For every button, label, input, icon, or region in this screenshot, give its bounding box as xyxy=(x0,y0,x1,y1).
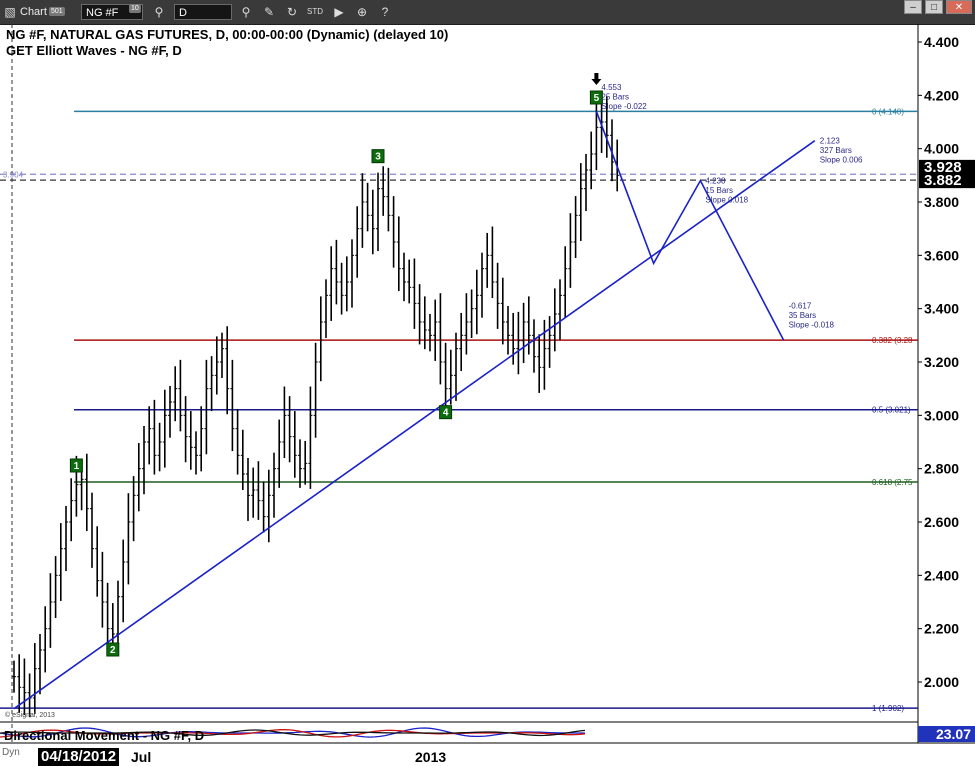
annotation-text: 15 Bars xyxy=(705,186,733,195)
annotation-text: -0.617 xyxy=(789,302,812,311)
annotation-text: Slope -0.018 xyxy=(789,321,835,330)
annotation-text: Slope 0.018 xyxy=(705,195,748,204)
annotations: 4.55325 BarsSlope -0.0222.123327 BarsSlo… xyxy=(601,83,863,330)
chart-header-study: GET Elliott Waves - NG #F, D xyxy=(6,43,182,58)
y-tick-label: 4.400 xyxy=(924,34,959,50)
fib-reference-lines: 0 (4.140) 0.382 (3.28 0.5 (3.021) 0.618 (2.… xyxy=(0,107,918,713)
y-tick-label: 3.600 xyxy=(924,247,959,263)
y-tick-label: 3.000 xyxy=(924,407,959,423)
y-tick-label: 2.000 xyxy=(924,674,959,690)
chart-frame xyxy=(0,24,975,744)
y-tick-label: 2.800 xyxy=(924,461,959,477)
reference-line-label: 0.5 (3.021) xyxy=(872,406,911,415)
x-tick-jul: Jul xyxy=(131,749,152,765)
y-tick-label: 3.400 xyxy=(924,301,959,317)
price-tag-label: 3.882 xyxy=(924,172,962,189)
elliott-projection-path xyxy=(595,111,785,341)
price-axis: 4.400 4.200 4.000 3.800 3.600 3.400 3.200 3.000… xyxy=(918,34,975,690)
annotation-text: 4.553 xyxy=(601,83,622,92)
x-tick-2013: 2013 xyxy=(415,749,447,765)
annotation-text: 35 Bars xyxy=(789,311,817,320)
esignal-watermark: © eSignal, 2013 xyxy=(5,712,55,719)
annotation-text: Slope 0.006 xyxy=(820,155,863,164)
y-tick-label: 3.800 xyxy=(924,194,959,210)
indicator-title: Directional Movement - NG #F, D xyxy=(4,728,205,743)
reference-line-label: 0 (4.140) xyxy=(872,107,904,116)
down-arrow-icon xyxy=(591,73,602,85)
ohlc-bars xyxy=(12,96,620,718)
elliott-trendline xyxy=(13,140,816,710)
indicator-value-tag: 23.07 xyxy=(918,726,975,742)
wave-marker-label: 2 xyxy=(110,645,116,656)
y-tick-label: 4.200 xyxy=(924,87,959,103)
reference-line-label: 0.618 (2.75 xyxy=(872,478,913,487)
y-tick-label: 2.400 xyxy=(924,567,959,583)
annotation-text: Slope -0.022 xyxy=(601,102,647,111)
wave-marker-label: 4 xyxy=(443,408,449,419)
wave-markers: 1 2 3 4 5 xyxy=(69,73,603,657)
y-tick-label: 2.200 xyxy=(924,621,959,637)
y-tick-label: 4.000 xyxy=(924,141,959,157)
reference-line-label: 1 (1.902) xyxy=(872,704,904,713)
y-tick-label: 2.600 xyxy=(924,514,959,530)
date-cursor-badge: 04/18/2012 xyxy=(38,748,120,766)
reference-line-label: 0.382 (3.28 xyxy=(872,336,913,345)
wave-marker-label: 3 xyxy=(375,152,381,163)
annotation-text: 4.238 xyxy=(705,176,726,185)
annotation-text: 25 Bars xyxy=(601,93,629,102)
y-tick-label: 3.200 xyxy=(924,354,959,370)
annotation-text: 327 Bars xyxy=(820,146,852,155)
price-chart[interactable]: 0 (4.140) 0.382 (3.28 0.5 (3.021) 0.618 (2.… xyxy=(0,0,975,766)
annotation-text: 2.123 xyxy=(820,136,841,145)
wave-marker-label: 1 xyxy=(74,461,80,472)
dyn-label: Dyn xyxy=(2,747,20,758)
reference-line-label: 3.904 xyxy=(3,170,24,179)
chart-header-title: NG #F, NATURAL GAS FUTURES, D, 00:00-00:… xyxy=(6,27,449,42)
wave-marker-label: 5 xyxy=(594,93,600,104)
